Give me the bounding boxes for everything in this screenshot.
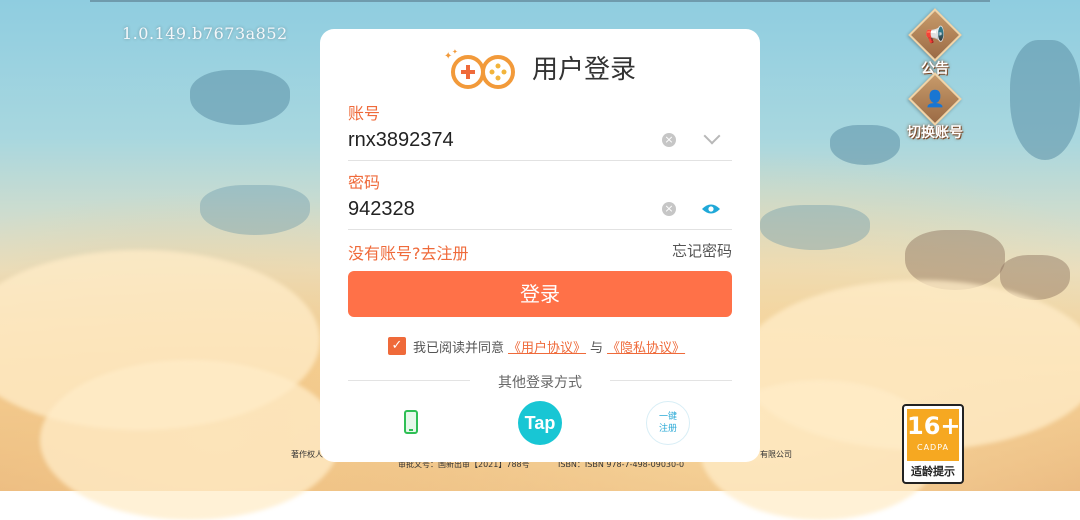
agreement-checkbox[interactable]: ✓ [388, 337, 406, 355]
divider-right [610, 380, 732, 381]
dialog-header: ✦ ✦ 用户登录 [320, 43, 760, 89]
and-text: 与 [590, 340, 604, 356]
distant-palace [760, 205, 870, 250]
age-rating-number: 16+ [907, 412, 961, 440]
floating-island [830, 125, 900, 165]
account-input[interactable]: rnx3892374 [348, 129, 454, 152]
age-rating-org: CADPA [916, 443, 949, 452]
user-icon-frame: 👤 [908, 72, 962, 126]
switch-account-button[interactable]: 👤 切换账号 [905, 72, 965, 142]
top-border-line [90, 0, 990, 2]
age-rating-panel: 16+ CADPA [907, 409, 961, 461]
distant-palace [200, 185, 310, 235]
age-rating-tip: 适龄提示 [911, 465, 955, 478]
speaker-icon-frame: 📢 [908, 8, 962, 62]
taptap-login-button[interactable]: Tap [518, 401, 562, 445]
cloud [40, 360, 340, 520]
quick-register-line2: 注册 [658, 424, 677, 434]
clear-account-icon[interactable]: × [662, 133, 676, 147]
chevron-down-icon[interactable] [703, 127, 721, 145]
user-agreement-link[interactable]: 《用户协议》 [508, 337, 586, 356]
phone-home-dot [409, 429, 413, 431]
account-label: 账号 [348, 104, 381, 123]
password-input[interactable]: 942328 [348, 198, 415, 221]
login-dialog: ✦ ✦ 用户登录 账号 rnx3892374 × 密码 942328 × 没有账… [320, 29, 760, 462]
dialog-title: 用户登录 [532, 55, 637, 85]
password-underline [348, 229, 732, 230]
privacy-link[interactable]: 《隐私协议》 [607, 337, 685, 356]
floating-island [1010, 40, 1080, 160]
agreement-text: 我已阅读并同意 [413, 340, 505, 356]
register-link[interactable]: 没有账号?去注册 [348, 240, 469, 264]
age-rating-badge[interactable]: 16+ CADPA 适龄提示 [902, 404, 964, 484]
phone-login-button[interactable] [390, 401, 434, 445]
other-login-methods-label: 其他登录方式 [498, 375, 582, 391]
gamepad-logo-icon: ✦ ✦ [444, 48, 515, 89]
account-underline [348, 160, 732, 161]
forgot-password-link[interactable]: 忘记密码 [672, 240, 732, 261]
clear-password-icon[interactable]: × [662, 202, 676, 216]
version-label: 1.0.149.b7673a852 [122, 24, 288, 43]
password-label: 密码 [348, 173, 381, 192]
quick-register-button[interactable]: 一键 注册 [646, 401, 690, 445]
company-text: 有限公司 [760, 450, 792, 459]
speaker-icon: 📢 [925, 25, 945, 44]
login-button[interactable]: 登录 [348, 271, 732, 317]
agreement-row: ✓ 我已阅读并同意 《用户协议》 与 《隐私协议》 [388, 335, 689, 357]
floating-island [190, 70, 290, 125]
quick-register-line1: 一键 [658, 412, 677, 422]
svg-text:✦: ✦ [452, 48, 458, 56]
copyright-text: 著作权人 [291, 450, 323, 459]
user-icon: 👤 [925, 89, 945, 108]
eye-icon[interactable] [701, 203, 721, 215]
announcement-button[interactable]: 📢 公告 [905, 8, 965, 78]
